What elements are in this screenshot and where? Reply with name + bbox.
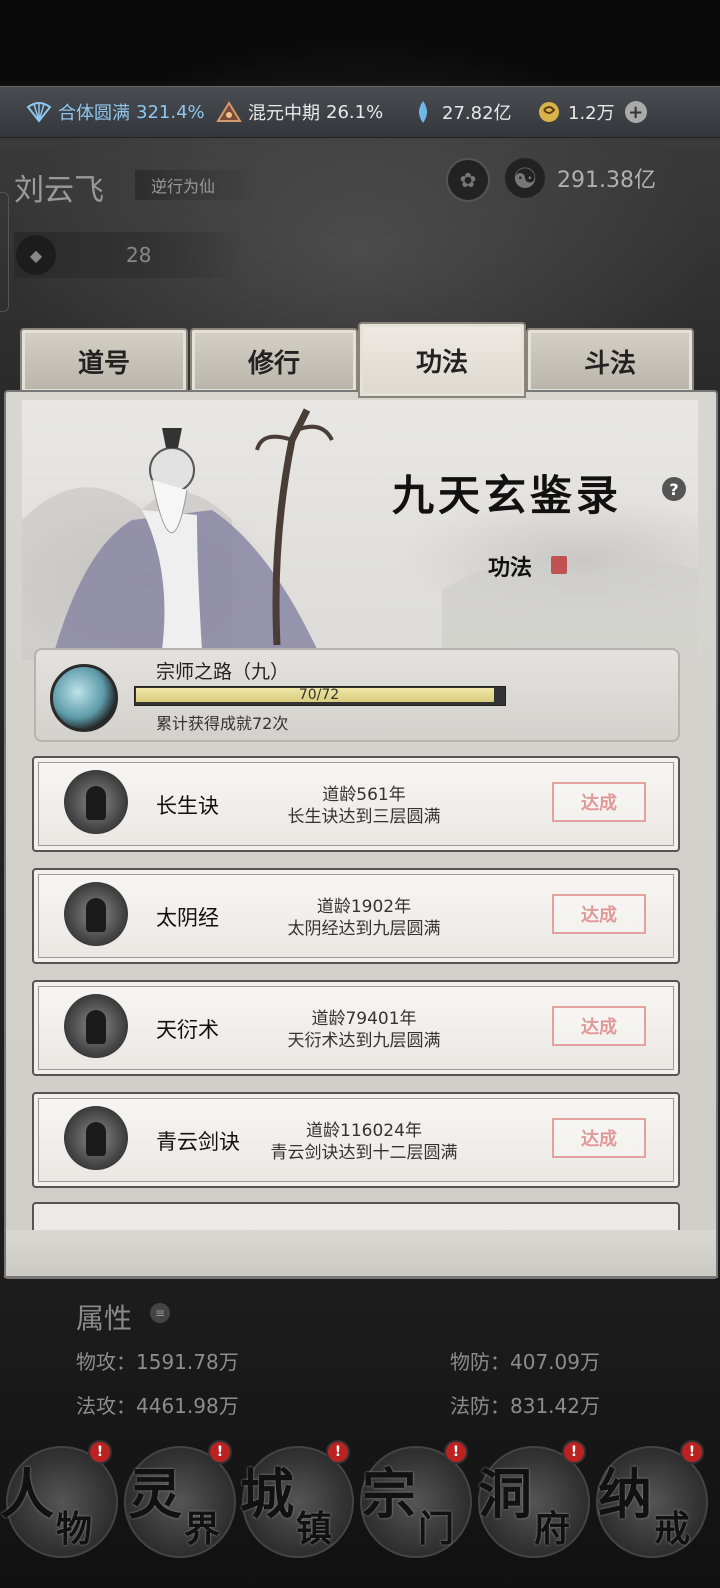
technique-name: 太阴经 — [156, 906, 219, 930]
gold-value: 1.2万 — [568, 103, 615, 124]
player-name: 刘云飞 — [14, 173, 104, 208]
tab-duel[interactable]: 斗法 — [526, 328, 694, 394]
spirit-stone-resource[interactable]: 27.82亿 — [410, 87, 512, 137]
gold-coin-icon — [536, 99, 562, 125]
tab-title[interactable]: 道号 — [20, 328, 188, 394]
phys-defense: 物防：407.09万 — [450, 1350, 600, 1374]
nav-town-label-1: 城 — [240, 1462, 294, 1526]
magic-defense: 法防：831.42万 — [450, 1394, 600, 1418]
nav-sect-label-1: 宗 — [362, 1462, 416, 1526]
meditating-figure-icon — [64, 882, 128, 946]
progress-text: 70/72 — [298, 687, 340, 703]
realm-percent: 321.4% — [136, 101, 205, 123]
completed-badge: 达成 — [552, 1118, 646, 1158]
nav-spirit-realm-label-2: 界 — [184, 1508, 221, 1550]
technique-name: 天衍术 — [156, 1018, 219, 1042]
completed-badge: 达成 — [552, 894, 646, 934]
player-motto: 逆行为仙 — [135, 170, 261, 200]
list-icon[interactable]: ≡ — [150, 1303, 170, 1323]
tab-bar: 道号 修行 功法 斗法 — [20, 322, 700, 398]
gold-resource[interactable]: 1.2万 + — [536, 87, 647, 137]
list-item[interactable]: 长生诀 道龄561年 长生诀达到三层圆满 达成 — [32, 756, 680, 852]
currency-value: 291.38亿 — [557, 168, 656, 193]
completed-badge: 达成 — [552, 782, 646, 822]
technique-name: 长生诀 — [156, 794, 219, 818]
nav-spirit-realm-label-1: 灵 — [128, 1462, 182, 1526]
stage-resource[interactable]: 混元中期 26.1% — [216, 87, 383, 137]
technique-requirement: 长生诀达到三层圆满 — [287, 807, 441, 827]
stage-icon — [216, 99, 242, 125]
technique-requirement: 天衍术达到九层圆满 — [287, 1031, 441, 1051]
notification-badge: ! — [444, 1440, 468, 1464]
nav-town-label-2: 镇 — [296, 1508, 333, 1550]
meditating-figure-icon — [64, 1106, 128, 1170]
notification-badge: ! — [208, 1440, 232, 1464]
spirit-stone-icon — [410, 99, 436, 125]
stage-label: 混元中期 — [248, 103, 320, 124]
technique-requirement: 青云剑诀达到十二层圆满 — [270, 1143, 458, 1163]
level-value: 28 — [126, 243, 152, 267]
list-item[interactable]: 太阴经 道龄1902年 太阴经达到九层圆满 达成 — [32, 868, 680, 964]
currency-display: ☯ 291.38亿 — [505, 155, 695, 201]
seal-stamp — [551, 556, 567, 574]
stage-percent: 26.1% — [326, 101, 384, 123]
notification-badge: ! — [326, 1440, 350, 1464]
yin-yang-icon: ☯ — [505, 158, 545, 198]
jade-ring-icon — [50, 664, 118, 732]
nav-ring-label-1: 纳 — [598, 1462, 652, 1526]
achievement-description: 累计获得成就72次 — [156, 714, 289, 733]
help-icon[interactable]: ? — [662, 477, 686, 501]
completed-badge: 达成 — [552, 1006, 646, 1046]
meditating-figure-icon — [64, 770, 128, 834]
nav-cave-label-2: 府 — [534, 1508, 571, 1550]
realm-resource[interactable]: 合体圆满 321.4% — [26, 87, 205, 137]
phys-attack: 物攻：1591.78万 — [76, 1350, 239, 1374]
resource-bar: 合体圆满 321.4% 混元中期 26.1% 27.82亿 1.2万 + — [0, 86, 720, 138]
notification-badge: ! — [88, 1440, 112, 1464]
bottom-nav: 人 物 灵 界 城 镇 宗 门 洞 府 纳 戒 ! ! ! ! ! ! — [0, 1440, 720, 1588]
technique-requirement: 太阴经达到九层圆满 — [287, 919, 441, 939]
add-gold-button[interactable]: + — [624, 101, 647, 123]
scroll-paper-edge — [4, 1230, 718, 1278]
hero-banner — [22, 400, 698, 660]
list-item[interactable]: 天衍术 道龄79401年 天衍术达到九层圆满 达成 — [32, 980, 680, 1076]
notification-badge: ! — [562, 1440, 586, 1464]
magic-attack: 法攻：4461.98万 — [76, 1394, 239, 1418]
nav-ring-label-2: 戒 — [654, 1508, 691, 1550]
level-display: ◆ 28 — [14, 232, 244, 278]
spirit-stone-value: 27.82亿 — [442, 103, 512, 124]
technique-book-title: 九天玄鉴录 — [392, 471, 623, 520]
list-item[interactable]: 青云剑诀 道龄116024年 青云剑诀达到十二层圆满 达成 — [32, 1092, 680, 1188]
emblem-icon[interactable]: ✿ — [446, 158, 490, 202]
realm-label: 合体圆满 — [58, 103, 130, 124]
nav-cave-label-1: 洞 — [478, 1462, 532, 1526]
attributes-title: 属性 — [76, 1302, 133, 1335]
side-drawer-handle[interactable] — [0, 192, 9, 312]
notification-badge: ! — [680, 1440, 704, 1464]
nav-character-label-1: 人 — [0, 1462, 54, 1526]
achievement-name: 宗师之路（九） — [156, 661, 290, 683]
tab-cultivation[interactable]: 修行 — [190, 328, 358, 394]
panel-subtitle: 功法 — [488, 555, 533, 581]
meditating-figure-icon — [64, 994, 128, 1058]
tab-techniques[interactable]: 功法 — [358, 322, 526, 398]
sage-illustration — [22, 408, 698, 660]
nav-sect-label-2: 门 — [418, 1508, 455, 1550]
level-icon: ◆ — [16, 235, 56, 275]
nav-character-label-2: 物 — [56, 1508, 93, 1550]
fan-icon — [26, 99, 52, 125]
